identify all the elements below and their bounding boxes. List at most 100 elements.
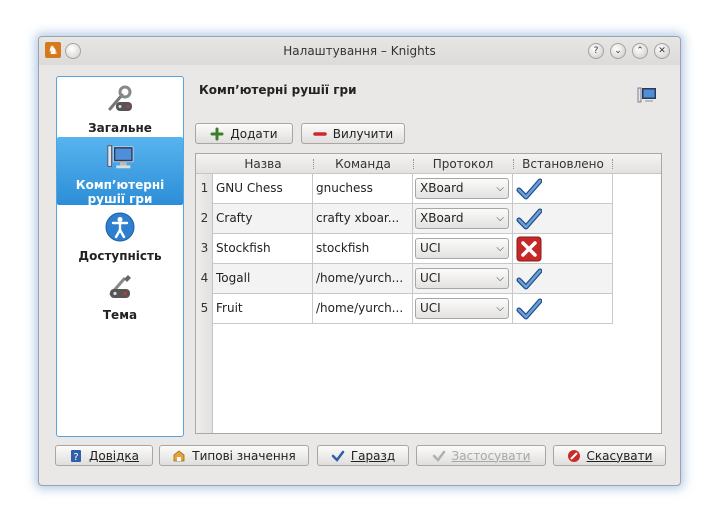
titlebar: ♞ Налаштування – Knights ? ⌄ ⌃ ✕ xyxy=(39,37,680,65)
engine-name: Stockfish xyxy=(213,234,313,263)
defaults-button[interactable]: Типові значення xyxy=(159,445,309,466)
installed-cell xyxy=(513,264,613,293)
window-title: Налаштування – Knights xyxy=(283,44,436,58)
chevron-down-icon: ⌵ xyxy=(496,213,504,224)
sidebar-item-general[interactable]: Загальне xyxy=(57,83,183,135)
settings-sidebar: Загальне Комп’ютерні рушії гри Доступніс… xyxy=(56,76,184,437)
remove-engine-button[interactable]: Вилучити xyxy=(301,123,405,144)
theme-icon xyxy=(109,275,131,298)
sidebar-item-label: Тема xyxy=(102,308,138,322)
monitor-icon xyxy=(637,87,656,103)
chevron-down-icon: ⌵ xyxy=(496,243,504,254)
protocol-select[interactable]: UCI ⌵ xyxy=(415,268,509,289)
sidebar-item-computer-engines[interactable]: Комп’ютерні рушії гри xyxy=(57,137,183,206)
column-header-name[interactable]: Назва xyxy=(213,157,313,171)
engine-command: /home/yurch... xyxy=(313,294,413,323)
engines-table: Назва Команда Протокол Встановлено 1 2 3… xyxy=(195,153,662,434)
column-header-command[interactable]: Команда xyxy=(313,157,413,171)
engine-command: crafty xboar... xyxy=(313,204,413,233)
table-row[interactable]: Fruit /home/yurch... UCI ⌵ xyxy=(213,294,613,324)
ok-button[interactable]: Гаразд xyxy=(317,445,409,466)
protocol-cell: UCI ⌵ xyxy=(413,294,513,323)
table-row[interactable]: GNU Chess gnuchess XBoard ⌵ xyxy=(213,174,613,204)
protocol-value: UCI xyxy=(420,241,441,255)
computer-engines-icon xyxy=(107,145,134,169)
error-x-icon xyxy=(516,236,542,262)
protocol-select[interactable]: UCI ⌵ xyxy=(415,298,509,319)
sidebar-item-label: Доступність xyxy=(78,249,162,263)
page-title: Комп’ютерні рушії гри xyxy=(199,83,357,97)
help-label: Довідка xyxy=(88,448,140,463)
row-number: 2 xyxy=(200,211,209,225)
row-number: 4 xyxy=(200,271,209,285)
checkmark-icon xyxy=(516,208,542,230)
column-header-protocol[interactable]: Протокол xyxy=(413,157,513,171)
protocol-select[interactable]: UCI ⌵ xyxy=(415,238,509,259)
add-engine-button[interactable]: Додати xyxy=(195,123,293,144)
engine-name: Togall xyxy=(213,264,313,293)
restore-defaults-icon xyxy=(173,449,185,461)
installed-cell xyxy=(513,174,613,203)
row-number: 5 xyxy=(200,301,209,315)
add-label: Додати xyxy=(230,126,278,141)
sidebar-item-accessibility[interactable]: Доступність xyxy=(57,211,183,263)
minimize-icon[interactable]: ⌄ xyxy=(610,43,626,59)
row-number-column: 1 2 3 4 5 xyxy=(196,174,213,433)
chevron-down-icon: ⌵ xyxy=(496,273,504,284)
defaults-label: Типові значення xyxy=(192,448,296,463)
table-row[interactable]: Crafty crafty xboar... XBoard ⌵ xyxy=(213,204,613,234)
checkmark-icon xyxy=(516,268,542,290)
engine-command: gnuchess xyxy=(313,174,413,203)
protocol-value: XBoard xyxy=(420,211,464,225)
protocol-cell: XBoard ⌵ xyxy=(413,174,513,203)
protocol-cell: XBoard ⌵ xyxy=(413,204,513,233)
ok-label: Гаразд xyxy=(350,448,396,463)
help-button[interactable]: ? Довідка xyxy=(55,445,153,466)
chevron-down-icon: ⌵ xyxy=(496,303,504,314)
checkmark-icon xyxy=(516,298,542,320)
cancel-label: Скасувати xyxy=(586,448,653,463)
installed-cell xyxy=(513,294,613,323)
close-icon[interactable]: ✕ xyxy=(654,43,670,59)
settings-dialog: ♞ Налаштування – Knights ? ⌄ ⌃ ✕ Загальн… xyxy=(38,36,681,486)
checkmark-icon xyxy=(516,178,542,200)
sidebar-item-label: Комп’ютерні рушії гри xyxy=(75,178,165,206)
protocol-value: UCI xyxy=(420,301,441,315)
row-number: 1 xyxy=(200,181,209,195)
row-number: 3 xyxy=(200,241,209,255)
remove-label: Вилучити xyxy=(332,126,394,141)
table-header: Назва Команда Протокол Встановлено xyxy=(196,154,661,174)
apply-button[interactable]: Застосувати xyxy=(416,445,546,466)
sidebar-item-label: Загальне xyxy=(88,121,152,135)
engine-name: Crafty xyxy=(213,204,313,233)
table-row[interactable]: Togall /home/yurch... UCI ⌵ xyxy=(213,264,613,294)
installed-cell xyxy=(513,204,613,233)
apply-check-icon xyxy=(432,450,445,462)
protocol-value: XBoard xyxy=(420,181,464,195)
installed-cell xyxy=(513,234,613,263)
protocol-select[interactable]: XBoard ⌵ xyxy=(415,208,509,229)
engine-command: stockfish xyxy=(313,234,413,263)
general-settings-icon xyxy=(108,85,132,111)
remove-icon xyxy=(313,131,327,136)
add-icon xyxy=(210,127,224,140)
chevron-down-icon: ⌵ xyxy=(496,183,504,194)
ok-check-icon xyxy=(331,450,345,462)
help-book-icon: ? xyxy=(70,449,81,463)
column-header-installed[interactable]: Встановлено xyxy=(513,157,613,171)
protocol-select[interactable]: XBoard ⌵ xyxy=(415,178,509,199)
help-icon[interactable]: ? xyxy=(588,43,604,59)
cancel-button[interactable]: Скасувати xyxy=(553,445,666,466)
cancel-icon xyxy=(567,449,580,462)
engine-name: GNU Chess xyxy=(213,174,313,203)
table-row[interactable]: Stockfish stockfish UCI ⌵ xyxy=(213,234,613,264)
maximize-icon[interactable]: ⌃ xyxy=(632,43,648,59)
protocol-value: UCI xyxy=(420,271,441,285)
svg-text:?: ? xyxy=(73,452,78,463)
accessibility-icon xyxy=(105,212,135,242)
engine-command: /home/yurch... xyxy=(313,264,413,293)
engine-name: Fruit xyxy=(213,294,313,323)
sidebar-item-theme[interactable]: Тема xyxy=(57,270,183,322)
protocol-cell: UCI ⌵ xyxy=(413,264,513,293)
apply-label: Застосувати xyxy=(451,448,531,463)
